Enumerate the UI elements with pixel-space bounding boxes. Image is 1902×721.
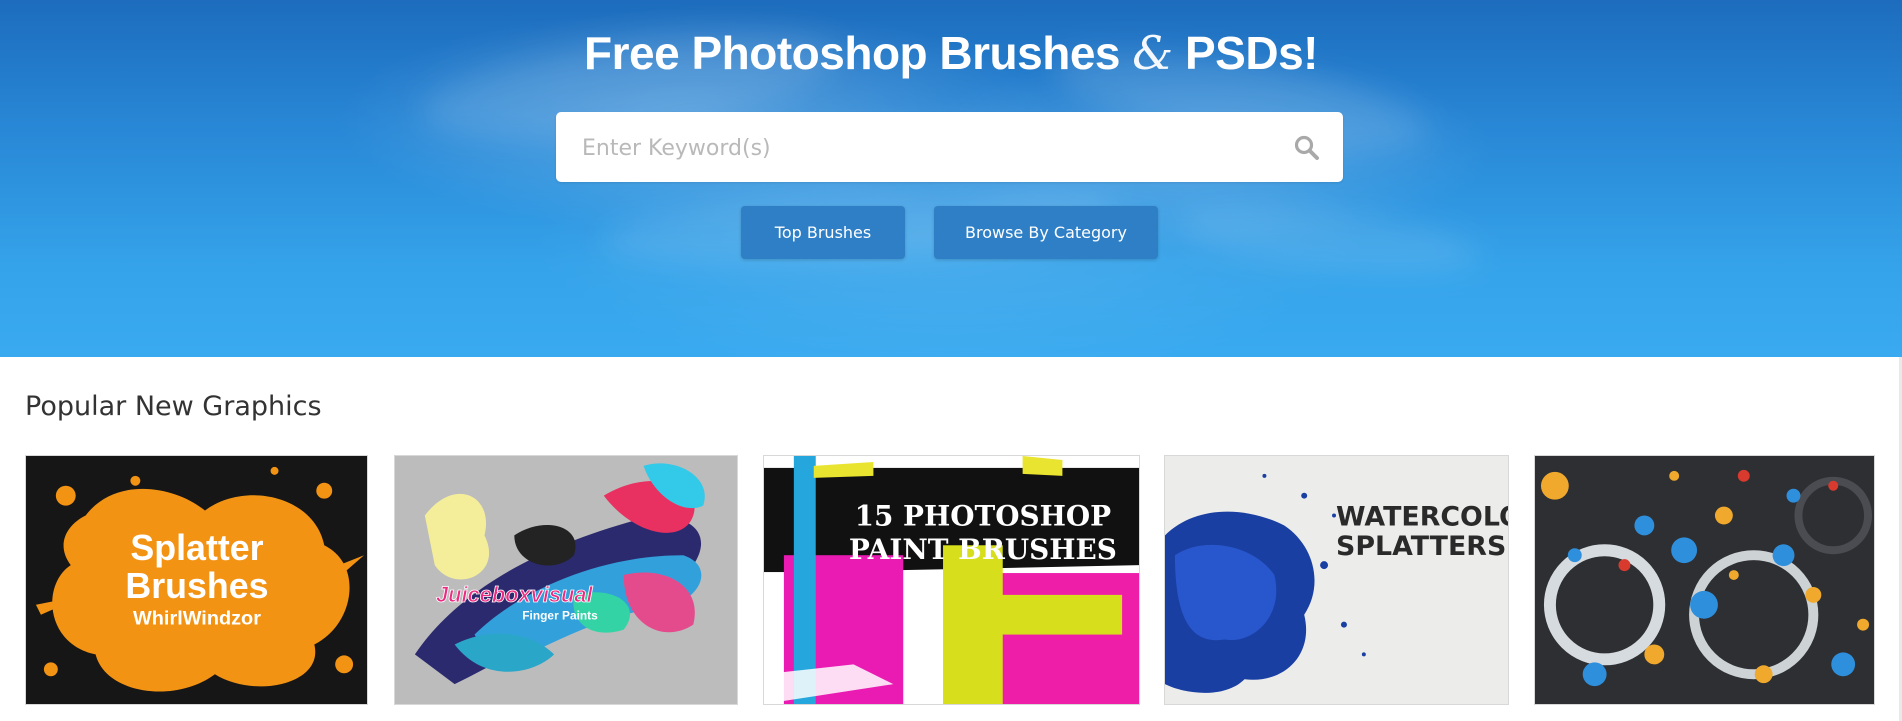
finger-paints-line1: Juiceboxvisual [436, 582, 594, 607]
graphic-card-finger-paints[interactable]: Juiceboxvisual Finger Paints [394, 455, 738, 705]
top-brushes-button[interactable]: Top Brushes [741, 206, 905, 259]
hero-title: Free Photoshop Brushes & PSDs! [0, 26, 1902, 80]
paint-brushes-line1: 15 PHOTOSHOP [855, 499, 1112, 532]
section-heading: Popular New Graphics [25, 391, 322, 422]
splatter-line2: Brushes [125, 566, 268, 606]
hero-title-ampersand: & [1132, 26, 1173, 80]
finger-paints-line2: Finger Paints [522, 609, 598, 623]
browse-by-category-button[interactable]: Browse By Category [934, 206, 1158, 259]
splatter-line3: WhirlWindzor [133, 608, 261, 630]
hero-title-text-2: PSDs! [1185, 27, 1318, 79]
watercolor-line1: WATERCOLOR [1336, 501, 1508, 532]
splatter-brushes-image: Splatter Brushes WhirlWindzor [26, 456, 367, 704]
paint-brushes-image: 15 PHOTOSHOP PAINT BRUSHES [764, 456, 1139, 704]
paint-brushes-line2: PAINT BRUSHES [849, 533, 1117, 566]
search-icon[interactable] [1293, 134, 1321, 162]
watercolor-splatters-image: WATERCOLOR SPLATTERS [1165, 456, 1508, 704]
search-box [556, 112, 1343, 184]
graphic-card-splatter-rings[interactable] [1534, 455, 1875, 705]
graphic-card-splatter-brushes[interactable]: Splatter Brushes WhirlWindzor [25, 455, 368, 705]
hero-banner: Free Photoshop Brushes & PSDs! Top Brush… [0, 0, 1902, 357]
page: Free Photoshop Brushes & PSDs! Top Brush… [0, 0, 1902, 721]
splatter-line1: Splatter [130, 528, 263, 568]
watercolor-line2: SPLATTERS [1336, 531, 1506, 562]
hero-title-text: Free Photoshop Brushes [584, 27, 1120, 79]
graphic-card-watercolor-splatters[interactable]: WATERCOLOR SPLATTERS [1164, 455, 1509, 705]
graphic-card-paint-brushes[interactable]: 15 PHOTOSHOP PAINT BRUSHES [763, 455, 1140, 705]
search-input[interactable] [580, 112, 1264, 184]
splatter-rings-image [1535, 456, 1874, 704]
finger-paints-image: Juiceboxvisual Finger Paints [395, 456, 737, 704]
